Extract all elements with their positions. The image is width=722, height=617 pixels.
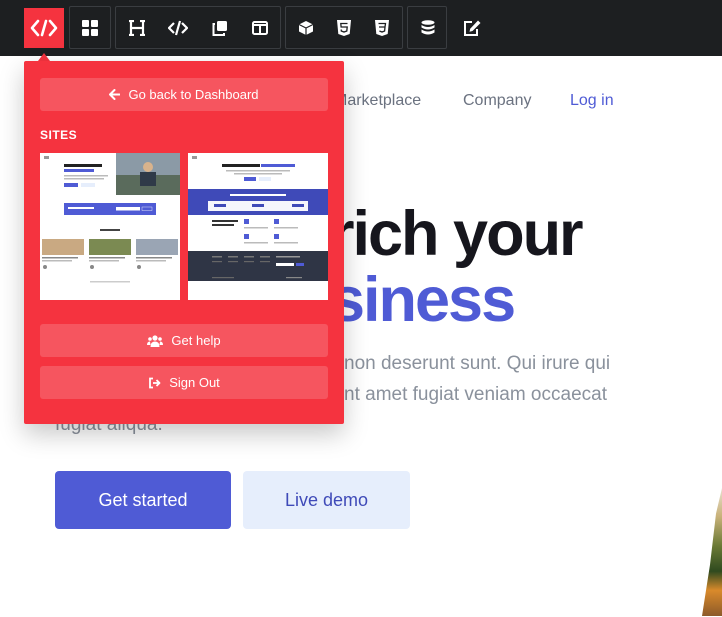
hero-paragraph-line-2: nt amet fugiat veniam occaecat — [344, 384, 607, 405]
sign-out-label: Sign Out — [169, 375, 220, 390]
arrow-left-icon — [109, 89, 121, 100]
nav-login-link[interactable]: Log in — [570, 92, 614, 110]
sign-out-button[interactable]: Sign Out — [40, 366, 328, 399]
dropdown-caret — [38, 53, 50, 61]
nav-marketplace-link[interactable]: Marketplace — [334, 92, 421, 110]
html5-icon[interactable] — [324, 7, 364, 48]
database-icon[interactable] — [408, 7, 448, 48]
toolbar-group-assets — [285, 6, 403, 49]
nav-company-link[interactable]: Company — [463, 92, 531, 110]
copy-icon[interactable] — [200, 7, 240, 48]
code-brackets-logo-icon[interactable] — [24, 8, 64, 48]
go-back-label: Go back to Dashboard — [128, 87, 259, 102]
toolbar-group-blocks — [115, 6, 281, 49]
hero-heading-line-2: siness — [330, 265, 516, 335]
edit-icon[interactable] — [452, 7, 492, 48]
css3-icon[interactable] — [362, 7, 402, 48]
editor-toolbar — [0, 0, 722, 56]
toolbar-group-layout — [69, 6, 111, 49]
hero-image — [702, 488, 722, 616]
layout-grid-icon[interactable] — [70, 7, 110, 48]
get-help-label: Get help — [171, 333, 221, 348]
site-thumbnail-2[interactable] — [188, 153, 328, 300]
hero-heading-line-1: rich your — [330, 199, 584, 269]
get-help-button[interactable]: Get help — [40, 324, 328, 357]
get-started-button[interactable]: Get started — [55, 471, 231, 529]
hero-paragraph-line-1: non deserunt sunt. Qui irure qui — [344, 353, 611, 374]
sign-out-icon — [148, 377, 161, 389]
heading-icon[interactable] — [117, 7, 157, 48]
toolbar-group-data — [407, 6, 447, 49]
users-icon — [147, 334, 164, 347]
site-thumbnail-1[interactable] — [40, 153, 180, 300]
sites-dropdown-menu: Go back to Dashboard SITES Get help Sign… — [24, 61, 344, 424]
sites-heading: SITES — [40, 128, 78, 142]
live-demo-button[interactable]: Live demo — [243, 471, 410, 529]
go-back-to-dashboard-button[interactable]: Go back to Dashboard — [40, 78, 328, 111]
site-thumbnail-2-preview — [188, 153, 328, 300]
columns-icon[interactable] — [240, 7, 280, 48]
code-icon[interactable] — [158, 7, 198, 48]
box-icon[interactable] — [286, 7, 326, 48]
site-thumbnail-1-preview — [40, 153, 180, 300]
